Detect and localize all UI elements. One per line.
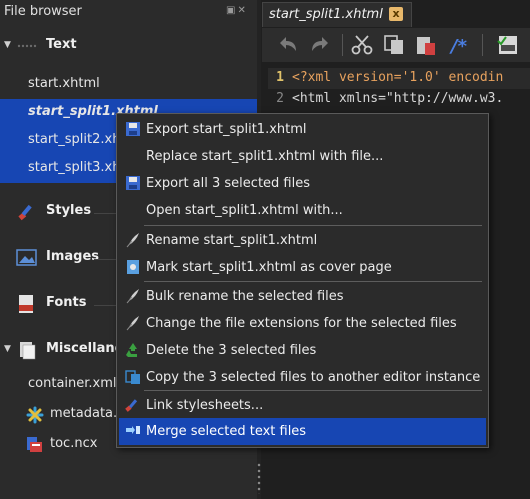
cover-icon [127, 260, 139, 274]
category-text[interactable]: ▼ Text [0, 32, 257, 62]
expand-arrow-icon[interactable]: ▼ [4, 40, 11, 50]
menu-bulk-rename[interactable]: Bulk rename the selected files [119, 283, 486, 310]
text-category-icon [17, 44, 37, 48]
menu-label: Delete the 3 selected files [146, 343, 317, 358]
menu-mark-cover[interactable]: Mark start_split1.xhtml as cover page [119, 254, 486, 281]
menu-merge-files[interactable]: Merge selected text files [119, 418, 486, 445]
line-number: 2 [276, 91, 284, 106]
misc-files-icon [20, 342, 36, 360]
menu-label: Merge selected text files [146, 424, 307, 439]
save-icon [126, 122, 140, 136]
menu-rename[interactable]: Rename start_split1.xhtml [119, 227, 486, 254]
category-label-misc: Miscellane [46, 341, 124, 356]
category-label-images: Images [46, 249, 100, 264]
menu-export-all[interactable]: Export all 3 selected files [119, 170, 486, 197]
cut-icon[interactable] [350, 33, 374, 57]
menu-open-with[interactable]: Open start_split1.xhtml with... [119, 197, 486, 224]
fonts-icon [19, 295, 33, 313]
metadata-icon [26, 406, 44, 424]
menu-label: Replace start_split1.xhtml with file... [146, 149, 384, 164]
line-text: <?xml version='1.0' encodin [292, 70, 504, 85]
menu-label: Bulk rename the selected files [146, 289, 344, 304]
menu-export-file[interactable]: Export start_split1.xhtml [119, 116, 486, 143]
editor-toolbar: /* [262, 28, 530, 62]
menu-label: Export all 3 selected files [146, 176, 310, 191]
menu-change-extensions[interactable]: Change the file extensions for the selec… [119, 310, 486, 337]
menu-label: Copy the 3 selected files to another edi… [146, 370, 481, 385]
html-check-icon[interactable] [496, 33, 520, 57]
expand-arrow-icon[interactable]: ▼ [4, 344, 11, 354]
quill-icon [126, 289, 139, 304]
category-label-text: Text [46, 37, 77, 52]
context-menu: Export start_split1.xhtml Replace start_… [116, 113, 489, 448]
file-name: toc.ncx [50, 436, 98, 451]
svg-text:/*: /* [449, 36, 468, 57]
save-icon [126, 176, 140, 190]
menu-label: Change the file extensions for the selec… [146, 316, 457, 331]
panel-float-close-buttons[interactable]: ▣✕ [226, 5, 248, 16]
menu-label: Mark start_split1.xhtml as cover page [146, 260, 392, 275]
tab-label: start_split1.xhtml [269, 7, 383, 22]
menu-label: Open start_split1.xhtml with... [146, 203, 343, 218]
toolbar-separator [482, 34, 483, 56]
menu-replace-file[interactable]: Replace start_split1.xhtml with file... [119, 143, 486, 170]
toc-icon [27, 437, 42, 452]
category-label-styles: Styles [46, 203, 92, 218]
images-icon [16, 249, 37, 266]
comment-icon[interactable]: /* [448, 33, 472, 57]
line-text: <html xmlns="http://www.w3. [292, 91, 504, 106]
styles-brush-icon [18, 204, 32, 221]
menu-label: Rename start_split1.xhtml [146, 233, 318, 248]
code-line: 2 <html xmlns="http://www.w3. [268, 89, 530, 110]
toolbar-separator [342, 34, 343, 56]
file-name: metadata.o [50, 406, 126, 421]
file-name: start_split2.xht [28, 132, 126, 147]
line-number: 1 [276, 70, 284, 85]
tab-start-split1[interactable]: start_split1.xhtml x [262, 2, 412, 27]
panel-title: File browser [4, 4, 82, 19]
file-name: start_split3.xht [28, 160, 126, 175]
quill-icon [126, 316, 139, 331]
menu-label: Link stylesheets... [146, 398, 264, 413]
menu-label: Export start_split1.xhtml [146, 122, 307, 137]
copy-icon [125, 370, 140, 384]
menu-copy-to-instance[interactable]: Copy the 3 selected files to another edi… [119, 364, 486, 391]
tab-close-icon[interactable]: x [389, 7, 403, 21]
undo-icon[interactable] [276, 33, 300, 57]
brush-icon [125, 399, 138, 412]
file-item-start[interactable]: start.xhtml [0, 71, 257, 99]
category-label-fonts: Fonts [46, 295, 87, 310]
copy-icon[interactable] [382, 33, 406, 57]
menu-separator [144, 390, 482, 391]
menu-separator [144, 281, 482, 282]
recycle-icon [126, 343, 137, 357]
paste-icon[interactable] [414, 33, 438, 57]
redo-icon[interactable] [308, 33, 332, 57]
quill-icon [126, 233, 139, 248]
menu-link-stylesheets[interactable]: Link stylesheets... [119, 392, 486, 419]
code-view[interactable]: 1 <?xml version='1.0' encodin 2 <html xm… [268, 68, 530, 110]
menu-separator [144, 225, 482, 226]
file-name: container.xml [28, 376, 117, 391]
merge-icon [126, 426, 140, 434]
menu-delete-files[interactable]: Delete the 3 selected files [119, 337, 486, 364]
file-name: start.xhtml [28, 76, 100, 91]
resize-grip[interactable] [257, 462, 261, 494]
code-line: 1 <?xml version='1.0' encodin [268, 68, 530, 89]
